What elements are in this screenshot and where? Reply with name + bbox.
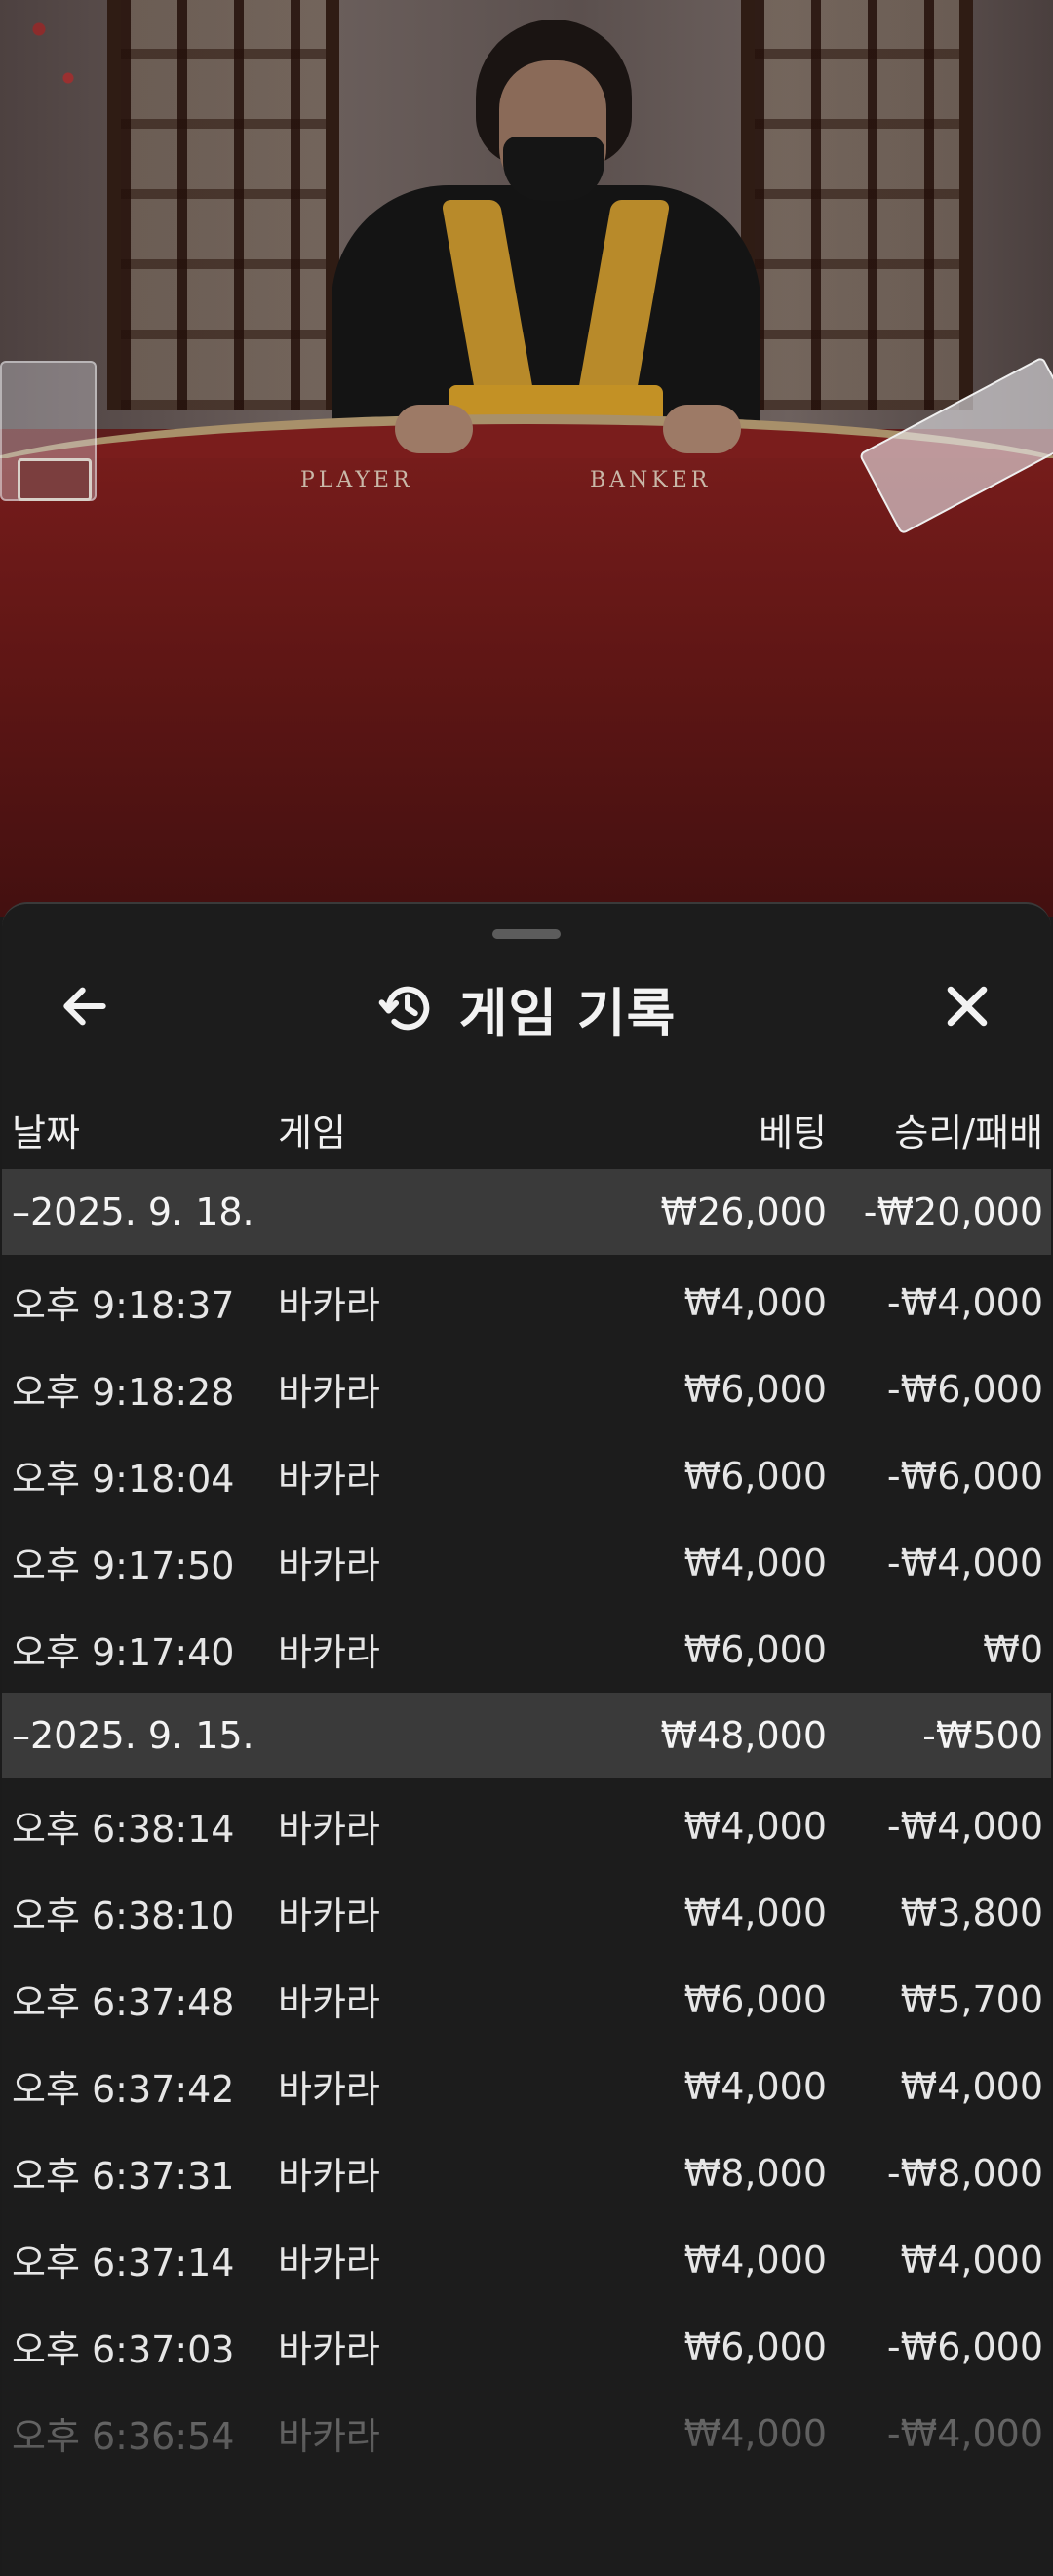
table-row[interactable]: 오후 6:37:31 바카라 ₩8,000 -₩8,000 [2,2129,1051,2216]
table-row[interactable]: 오후 6:36:54 바카라 ₩4,000 -₩4,000 [2,2390,1051,2477]
row-result: ₩4,000 [900,2064,1043,2108]
row-result: -₩6,000 [886,1454,1043,1498]
row-result: -₩4,000 [886,2411,1043,2455]
table-row[interactable]: 오후 6:37:14 바카라 ₩4,000 ₩4,000 [2,2216,1051,2303]
column-header-date: 날짜 [12,1112,80,1154]
history-list: –2025. 9. 18. ₩26,000 -₩20,000 오후 9:18:3… [2,1169,1051,2477]
dealer-face-mask [503,137,604,201]
table-row[interactable]: 오후 6:38:14 바카라 ₩4,000 -₩4,000 [2,1782,1051,1869]
row-time: 오후 6:37:31 [12,2155,235,2198]
row-bet: ₩4,000 [683,2064,827,2108]
row-time: 오후 6:36:54 [12,2415,235,2458]
live-video-stream: PLAYER BANKER [0,0,1053,917]
table-row[interactable]: 오후 6:38:10 바카라 ₩4,000 ₩3,800 [2,1869,1051,1956]
table-felt [0,458,1053,917]
row-bet: ₩4,000 [683,1804,827,1848]
group-total-result: -₩500 [922,1714,1043,1757]
felt-label-banker: BANKER [590,468,712,492]
row-game: 바카라 [278,2155,380,2198]
row-game: 바카라 [278,1544,380,1587]
row-game: 바카라 [278,2415,380,2458]
row-time: 오후 9:18:37 [12,1284,235,1327]
row-bet: ₩4,000 [683,1280,827,1324]
row-game: 바카라 [278,2242,380,2284]
table-row[interactable]: 오후 9:17:40 바카라 ₩6,000 ₩0 [2,1606,1051,1693]
row-time: 오후 6:37:03 [12,2328,235,2371]
lattice-screen-right [741,0,973,410]
row-game: 바카라 [278,1458,380,1501]
row-result: -₩4,000 [886,1280,1043,1324]
row-bet: ₩8,000 [683,2151,827,2195]
row-result: -₩4,000 [886,1541,1043,1584]
row-result: ₩0 [983,1627,1043,1671]
history-icon [378,986,430,1031]
row-bet: ₩4,000 [683,1891,827,1934]
card-stack [18,458,92,501]
game-history-sheet: 게임 기록 날짜 게임 베팅 승리/패배 –2025. 9. 18. ₩26,0… [2,902,1051,2576]
row-result: ₩4,000 [900,2238,1043,2282]
row-bet: ₩6,000 [683,1977,827,2021]
column-header-game: 게임 [278,1112,346,1154]
table-row[interactable]: 오후 9:18:28 바카라 ₩6,000 -₩6,000 [2,1346,1051,1432]
sheet-title: 게임 기록 [458,982,677,1044]
row-game: 바카라 [278,1808,380,1851]
close-button[interactable] [923,962,1011,1050]
column-header-result: 승리/패배 [894,1112,1043,1154]
row-result: ₩5,700 [900,1977,1043,2021]
dealer-hand-right [663,405,741,453]
row-bet: ₩4,000 [683,1541,827,1584]
row-bet: ₩6,000 [683,1627,827,1671]
group-total-bet: ₩48,000 [660,1714,827,1757]
row-result: -₩6,000 [886,1367,1043,1411]
row-game: 바카라 [278,1631,380,1674]
sheet-drag-handle[interactable] [492,929,561,939]
table-row[interactable]: 오후 6:37:42 바카라 ₩4,000 ₩4,000 [2,2043,1051,2129]
row-bet: ₩4,000 [683,2238,827,2282]
table-row[interactable]: 오후 9:17:50 바카라 ₩4,000 -₩4,000 [2,1519,1051,1606]
group-total-bet: ₩26,000 [660,1190,827,1233]
row-game: 바카라 [278,1894,380,1937]
row-time: 오후 6:38:10 [12,1894,235,1937]
row-result: -₩8,000 [886,2151,1043,2195]
row-result: -₩4,000 [886,1804,1043,1848]
row-game: 바카라 [278,2068,380,2111]
row-bet: ₩6,000 [683,1367,827,1411]
row-time: 오후 6:38:14 [12,1808,235,1851]
row-bet: ₩6,000 [683,2324,827,2368]
date-group-header[interactable]: –2025. 9. 15. ₩48,000 -₩500 [2,1693,1051,1778]
lattice-screen-left [107,0,339,410]
group-date: –2025. 9. 15. [12,1714,254,1757]
close-icon [947,986,988,1027]
table-row[interactable]: 오후 9:18:04 바카라 ₩6,000 -₩6,000 [2,1432,1051,1519]
group-date: –2025. 9. 18. [12,1190,254,1233]
sheet-header: 게임 기록 [2,964,1051,1052]
row-game: 바카라 [278,1981,380,2024]
row-time: 오후 6:37:48 [12,1981,235,2024]
felt-label-player: PLAYER [300,468,413,492]
row-time: 오후 6:37:42 [12,2068,235,2111]
table-row[interactable]: 오후 9:18:37 바카라 ₩4,000 -₩4,000 [2,1259,1051,1346]
row-game: 바카라 [278,1371,380,1414]
table-row[interactable]: 오후 6:37:03 바카라 ₩6,000 -₩6,000 [2,2303,1051,2390]
row-time: 오후 9:17:40 [12,1631,235,1674]
column-header-bet: 베팅 [759,1112,827,1154]
row-result: -₩6,000 [886,2324,1043,2368]
row-game: 바카라 [278,2328,380,2371]
row-result: ₩3,800 [900,1891,1043,1934]
group-total-result: -₩20,000 [863,1190,1043,1233]
row-time: 오후 6:37:14 [12,2242,235,2284]
row-time: 오후 9:18:04 [12,1458,235,1501]
row-bet: ₩6,000 [683,1454,827,1498]
row-bet: ₩4,000 [683,2411,827,2455]
row-time: 오후 9:17:50 [12,1544,235,1587]
dealer-hand-left [395,405,473,453]
table-row[interactable]: 오후 6:37:48 바카라 ₩6,000 ₩5,700 [2,1956,1051,2043]
date-group-header[interactable]: –2025. 9. 18. ₩26,000 -₩20,000 [2,1169,1051,1255]
row-time: 오후 9:18:28 [12,1371,235,1414]
row-game: 바카라 [278,1284,380,1327]
